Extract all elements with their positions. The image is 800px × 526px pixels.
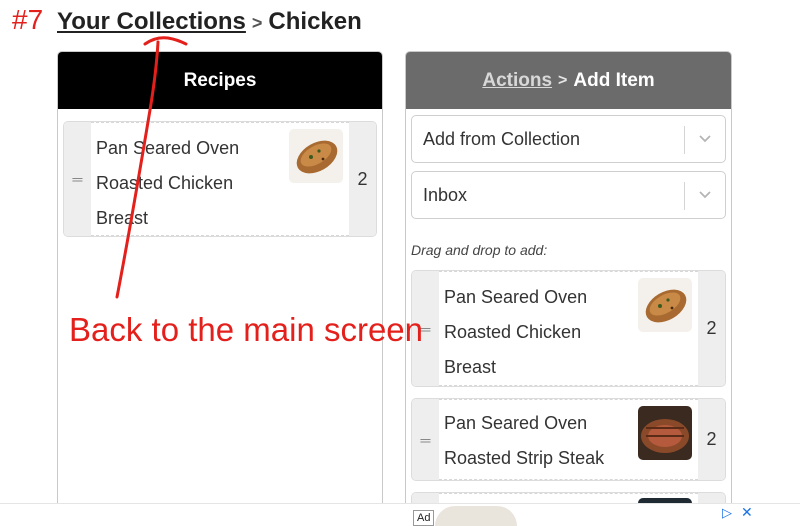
annotation-callout: Back to the main screen bbox=[69, 311, 424, 348]
ad-image[interactable] bbox=[435, 506, 517, 526]
ad-banner[interactable] bbox=[0, 503, 800, 526]
annotation-arrow bbox=[115, 36, 188, 299]
ad-choices-icon[interactable]: ▷ bbox=[722, 505, 732, 521]
close-icon[interactable]: ✕ bbox=[741, 504, 753, 521]
ad-label: Ad bbox=[413, 510, 435, 526]
